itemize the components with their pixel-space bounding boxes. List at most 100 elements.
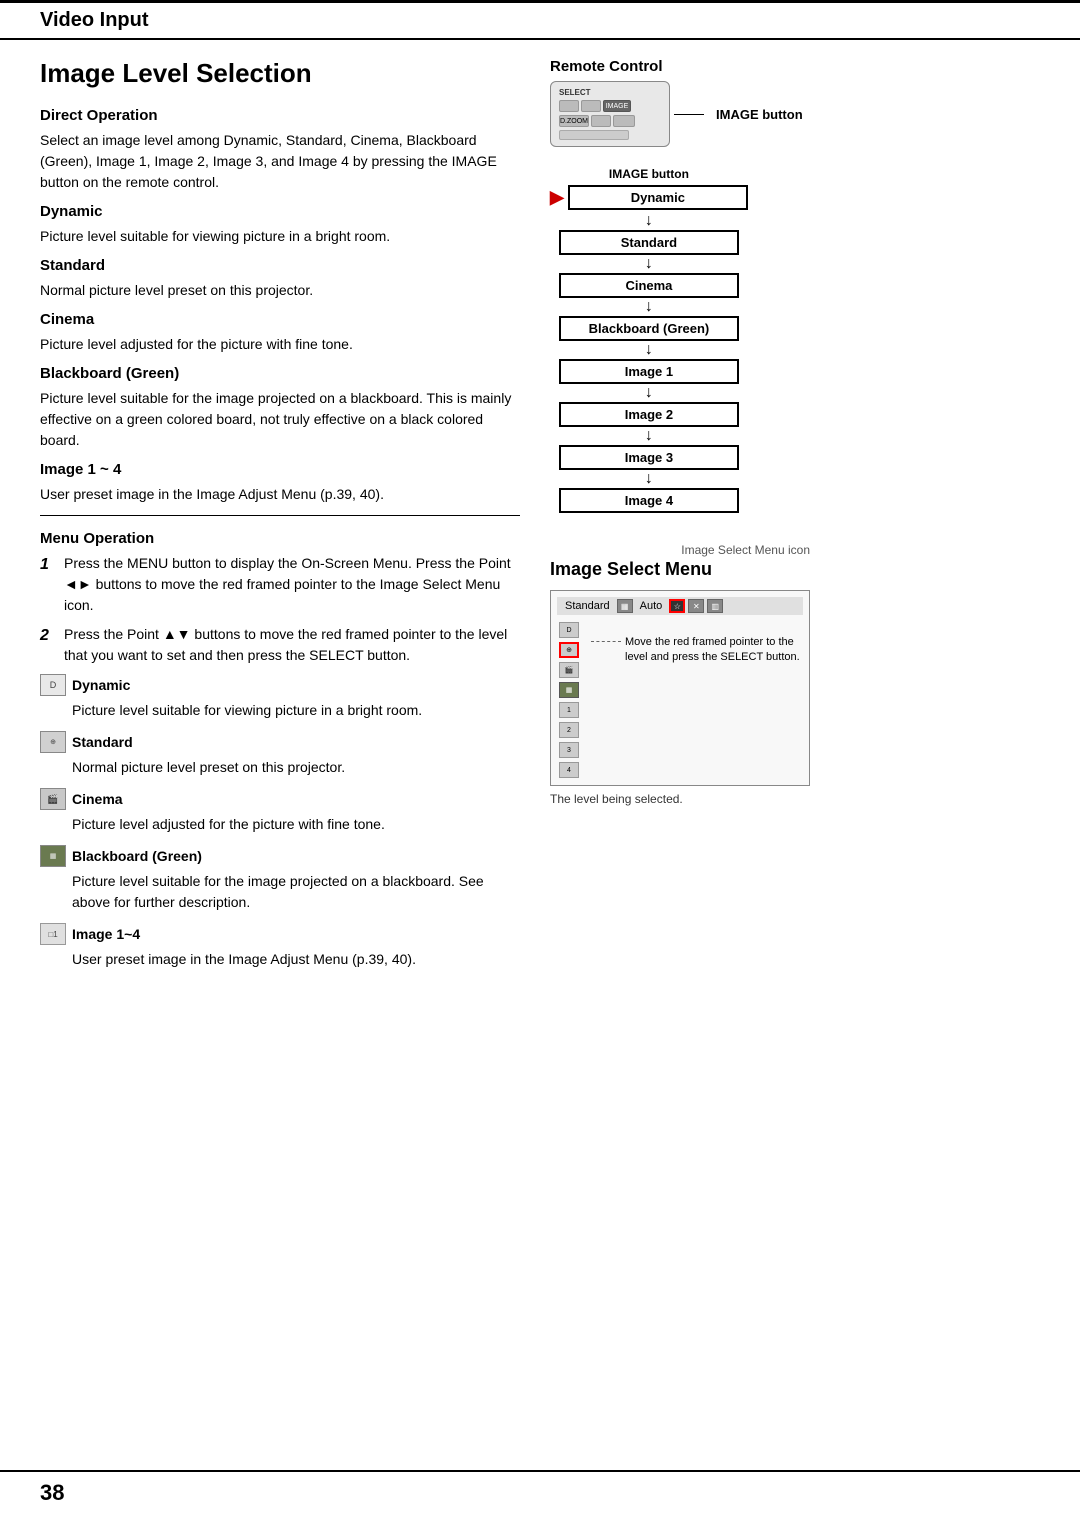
menu-icon-selected: ☆ bbox=[669, 599, 685, 613]
dynamic-section: Dynamic Picture level suitable for viewi… bbox=[40, 203, 520, 247]
menu-bar-standard: Standard bbox=[561, 599, 614, 613]
flow-box-cinema: Cinema bbox=[559, 273, 739, 298]
flow-entry-arrow: ▶ bbox=[550, 187, 564, 208]
cinema-icon-row: 🎬 Cinema bbox=[40, 788, 520, 810]
menu-operation-title: Menu Operation bbox=[40, 530, 520, 547]
image14-icon-row: □1 Image 1~4 bbox=[40, 923, 520, 945]
flow-arrow-6: ↓ bbox=[645, 428, 653, 444]
flow-arrow-2: ↓ bbox=[645, 256, 653, 272]
remote-control-title: Remote Control bbox=[550, 58, 803, 75]
menu-bar-auto: Auto bbox=[636, 599, 667, 613]
main-content: Image Level Selection Direct Operation S… bbox=[0, 40, 1080, 980]
standard2-body: Normal picture level preset on this proj… bbox=[72, 757, 520, 778]
direct-operation-title: Direct Operation bbox=[40, 107, 520, 124]
flow-arrow-7: ↓ bbox=[645, 471, 653, 487]
remote-btn-bottom bbox=[559, 130, 629, 140]
flow-arrow-5: ↓ bbox=[645, 385, 653, 401]
menu-row-icon-image1: 1 bbox=[559, 702, 579, 718]
remote-control-section: Remote Control SELECT IMAGE D.ZOOM bbox=[550, 58, 803, 153]
dynamic-icon-row: D Dynamic bbox=[40, 674, 520, 696]
left-column: Image Level Selection Direct Operation S… bbox=[40, 58, 540, 980]
image14-body: User preset image in the Image Adjust Me… bbox=[40, 484, 520, 505]
standard-icon-row: ⊕ Standard bbox=[40, 731, 520, 753]
level-note: The level being selected. bbox=[550, 792, 810, 806]
image14-icon-label: Image 1~4 bbox=[72, 926, 140, 942]
right-column: Remote Control SELECT IMAGE D.ZOOM bbox=[540, 58, 1040, 980]
flow-section: IMAGE button ▶ Dynamic ↓ Standard ↓ Cine… bbox=[550, 163, 748, 513]
remote-btn-freeze bbox=[591, 115, 611, 127]
menu-row-image2: 2 bbox=[557, 721, 581, 739]
flow-box-image3: Image 3 bbox=[559, 445, 739, 470]
direct-operation-body: Select an image level among Dynamic, Sta… bbox=[40, 130, 520, 193]
image-btn-arrow-row: IMAGE button bbox=[674, 107, 803, 122]
annotation-group: Move the red framed pointer to the level… bbox=[591, 635, 803, 666]
standard-title: Standard bbox=[40, 257, 520, 274]
flow-box-blackboard: Blackboard (Green) bbox=[559, 316, 739, 341]
image-btn-label-group: IMAGE button bbox=[674, 107, 803, 122]
right-inner: Remote Control SELECT IMAGE D.ZOOM bbox=[550, 58, 1040, 806]
flow-arrow-3: ↓ bbox=[645, 299, 653, 315]
cinema2-body: Picture level adjusted for the picture w… bbox=[72, 814, 520, 835]
page-number: 38 bbox=[40, 1480, 64, 1506]
flow-box-image4: Image 4 bbox=[559, 488, 739, 513]
blackboard-body: Picture level suitable for the image pro… bbox=[40, 388, 520, 451]
step1-number: 1 bbox=[40, 553, 56, 616]
flow-diagram: IMAGE button ▶ Dynamic ↓ Standard ↓ Cine… bbox=[550, 167, 748, 513]
image-select-diagram: Standard ▦ Auto ☆ ✕ ▥ D bbox=[550, 590, 810, 786]
flow-box-image1: Image 1 bbox=[559, 359, 739, 384]
flow-box-standard: Standard bbox=[559, 230, 739, 255]
remote-btn-zoom: D.ZOOM bbox=[559, 115, 589, 127]
step2-item: 2 Press the Point ▲▼ buttons to move the… bbox=[40, 624, 520, 666]
cinema-icon-label: Cinema bbox=[72, 791, 123, 807]
image-select-section: Image Select Menu icon Image Select Menu… bbox=[550, 543, 810, 806]
remote-btn-left bbox=[559, 100, 579, 112]
remote-diagram-row: SELECT IMAGE D.ZOOM bbox=[550, 81, 803, 147]
menu-row-icon-cinema: 🎬 bbox=[559, 662, 579, 678]
image14-section: Image 1 ~ 4 User preset image in the Ima… bbox=[40, 461, 520, 505]
bottom-bar: 38 bbox=[0, 1470, 1080, 1514]
standard-icon: ⊕ bbox=[40, 731, 66, 753]
remote-mid-buttons: D.ZOOM bbox=[559, 115, 661, 127]
cinema-section: Cinema Picture level adjusted for the pi… bbox=[40, 311, 520, 355]
menu-icon-3: ▥ bbox=[707, 599, 723, 613]
menu-row-dynamic: D bbox=[557, 621, 581, 639]
image14-icon: □1 bbox=[40, 923, 66, 945]
flow-box-image2: Image 2 bbox=[559, 402, 739, 427]
select-label: SELECT bbox=[559, 88, 661, 97]
menu-row-blackboard: ▦ bbox=[557, 681, 581, 699]
header-bar: Video Input bbox=[0, 0, 1080, 40]
flow-first-row: ▶ Dynamic bbox=[550, 185, 748, 210]
menu-row-icon-image3: 3 bbox=[559, 742, 579, 758]
step1-item: 1 Press the MENU button to display the O… bbox=[40, 553, 520, 616]
divider bbox=[40, 515, 520, 516]
blackboard-icon-row: ▦ Blackboard (Green) bbox=[40, 845, 520, 867]
image14-2-body: User preset image in the Image Adjust Me… bbox=[72, 949, 520, 970]
menu-row-image3: 3 bbox=[557, 741, 581, 759]
direct-operation-section: Direct Operation Select an image level a… bbox=[40, 107, 520, 193]
flow-top-label: IMAGE button bbox=[609, 167, 689, 181]
menu-rows-col: D ⊕ 🎬 ▦ 1 bbox=[557, 621, 581, 779]
flow-box-dynamic: Dynamic bbox=[568, 185, 748, 210]
remote-btn-autopc bbox=[581, 100, 601, 112]
remote-btn-ptimer bbox=[613, 115, 635, 127]
menu-row-icon-image2: 2 bbox=[559, 722, 579, 738]
remote-bot-buttons bbox=[559, 130, 661, 140]
menu-bar: Standard ▦ Auto ☆ ✕ ▥ bbox=[557, 597, 803, 615]
cinema-icon: 🎬 bbox=[40, 788, 66, 810]
step1-text: Press the MENU button to display the On-… bbox=[64, 553, 520, 616]
dynamic2-body: Picture level suitable for viewing pictu… bbox=[72, 700, 520, 721]
remote-btn-image: IMAGE bbox=[603, 100, 631, 112]
annotation-text: Move the red framed pointer to the level… bbox=[625, 635, 803, 666]
flow-arrow-1: ↓ bbox=[645, 213, 653, 229]
section-title: Image Level Selection bbox=[40, 58, 520, 89]
menu-content-area: D ⊕ 🎬 ▦ 1 bbox=[557, 619, 803, 779]
header-title: Video Input bbox=[40, 9, 1040, 32]
standard-body: Normal picture level preset on this proj… bbox=[40, 280, 520, 301]
menu-row-icon-blackboard: ▦ bbox=[559, 682, 579, 698]
menu-row-icon-standard: ⊕ bbox=[559, 642, 579, 658]
step2-text: Press the Point ▲▼ buttons to move the r… bbox=[64, 624, 520, 666]
menu-icon-2: ✕ bbox=[688, 599, 704, 613]
menu-row-cinema: 🎬 bbox=[557, 661, 581, 679]
dynamic-icon: D bbox=[40, 674, 66, 696]
standard-section: Standard Normal picture level preset on … bbox=[40, 257, 520, 301]
